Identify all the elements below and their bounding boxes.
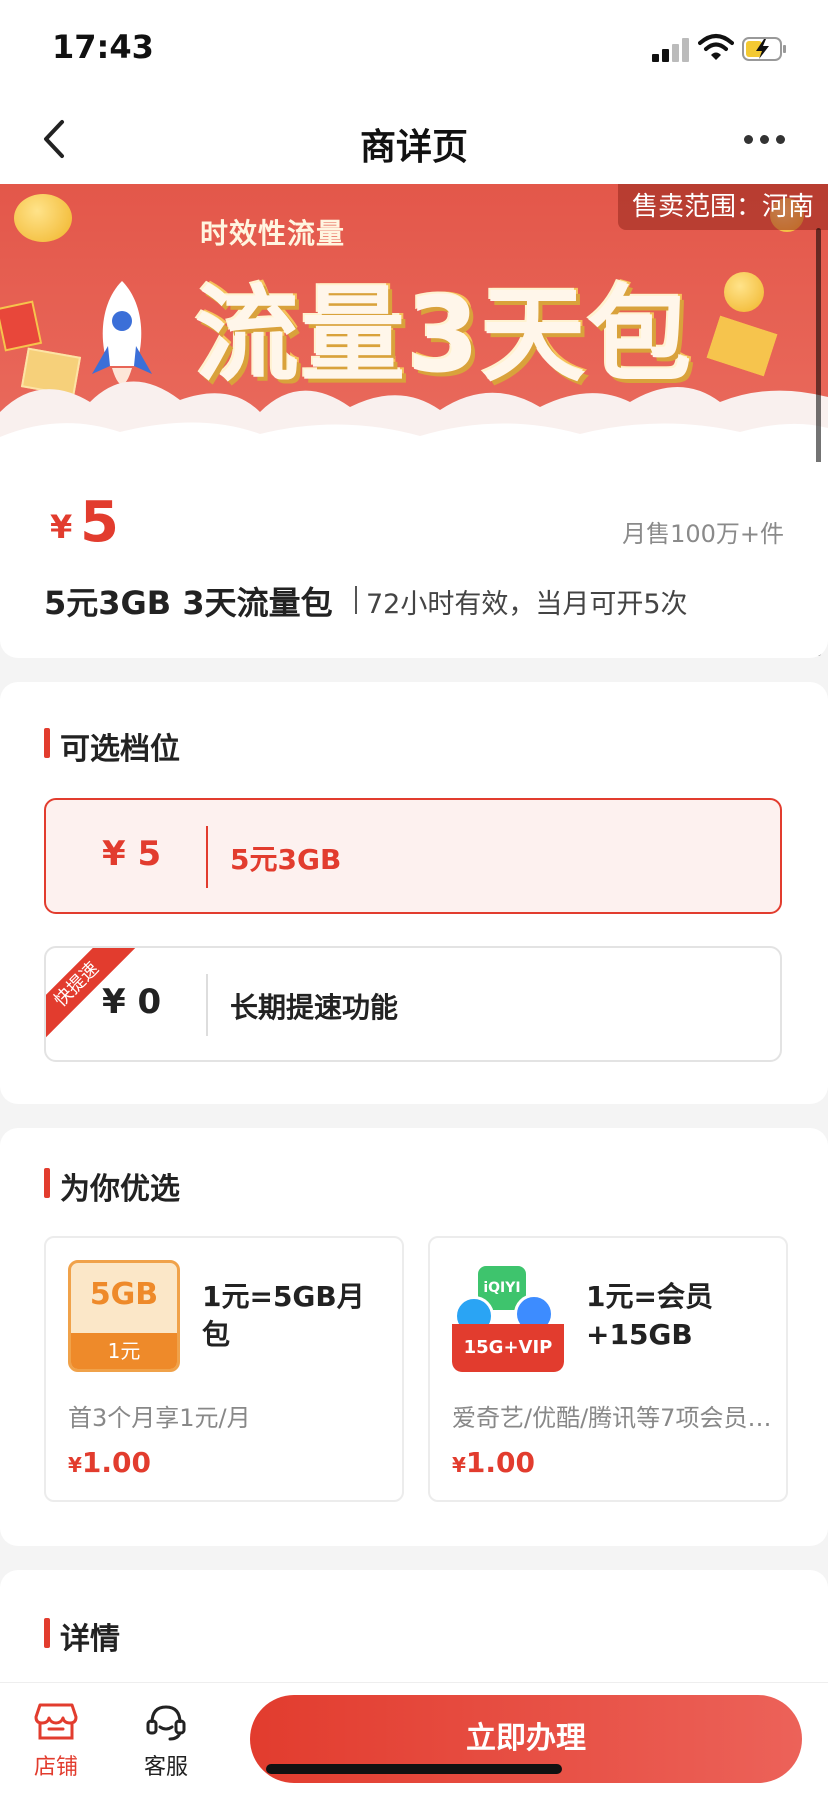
pick-price-value: 1.00 — [81, 1446, 152, 1479]
thumb-main: 5GB — [89, 1277, 159, 1312]
vip-package-thumbnail: iQIYI 15G+VIP — [452, 1260, 564, 1372]
status-bar: 17:43 — [0, 0, 828, 96]
section-title: 为你优选 — [44, 1164, 180, 1208]
monthly-sales: 月售100万+件 — [622, 520, 784, 548]
product-banner: 时效性流量 流量3天包 售卖范围：河南 — [0, 184, 828, 462]
shop-tab[interactable]: 店铺 — [16, 1701, 96, 1781]
pick-price-value: 1.00 — [465, 1446, 536, 1479]
option-divider — [206, 826, 208, 888]
pick-currency: ¥ — [452, 1453, 466, 1477]
pick-name: 1元=5GB月包 — [202, 1280, 365, 1351]
navigation-bar: 商详页 — [0, 96, 828, 184]
customer-service-tab[interactable]: 客服 — [126, 1701, 206, 1781]
pick-description: 首3个月享1元/月 — [68, 1404, 251, 1432]
option-5yuan-3gb[interactable]: ¥ 5 5元3GB — [44, 798, 782, 914]
store-icon — [34, 1703, 78, 1740]
currency-symbol: ¥ — [50, 508, 73, 546]
pick-card-5gb[interactable]: 5GB 1元 1元=5GB月包 首3个月享1元/月 ¥1.00 — [44, 1236, 404, 1502]
page-title: 商详页 — [359, 127, 468, 168]
bottom-action-bar: 店铺 客服 立即办理 — [0, 1682, 828, 1793]
cloud-decoration — [0, 381, 828, 462]
red-envelope-decoration — [0, 300, 43, 352]
product-description: 72小时有效，当月可开5次 — [366, 589, 688, 620]
pick-card-vip[interactable]: iQIYI 15G+VIP 1元=会员+15GB 爱奇艺/优酷/腾讯等7项会员任… — [428, 1236, 788, 1502]
pick-description: 爱奇艺/优酷/腾讯等7项会员任选 — [452, 1404, 772, 1432]
section-title: 详情 — [44, 1614, 120, 1658]
pick-currency: ¥ — [68, 1453, 82, 1477]
sale-range-badge: 售卖范围：河南 — [617, 184, 828, 230]
pick-price: ¥1.00 — [68, 1446, 151, 1479]
option-price: ¥ 5 — [102, 834, 162, 874]
shop-tab-label: 店铺 — [33, 1755, 78, 1780]
cellular-signal-icon — [652, 38, 692, 62]
option-name: 长期提速功能 — [230, 991, 399, 1024]
wifi-icon — [698, 34, 734, 60]
more-options-icon[interactable] — [740, 118, 790, 158]
pick-name: 1元=会员+15GB — [586, 1280, 713, 1351]
headset-icon — [146, 1705, 186, 1741]
5gb-package-thumbnail: 5GB 1元 — [68, 1260, 180, 1372]
price-card: ¥ 5 月售100万+件 5元3GB 3天流量包 72小时有效，当月可开5次 — [0, 462, 828, 658]
option-name: 5元3GB — [230, 843, 342, 876]
product-title: 5元3GB 3天流量包 — [44, 584, 333, 622]
battery-charging-icon — [742, 37, 786, 61]
option-price: ¥ 0 — [102, 982, 162, 1022]
thumb-sub: 1元 — [71, 1333, 177, 1369]
option-divider — [206, 974, 208, 1036]
coin-decoration — [724, 272, 764, 312]
service-tab-label: 客服 — [143, 1755, 188, 1780]
product-price: 5 — [80, 490, 119, 555]
status-time: 17:43 — [52, 28, 154, 66]
home-indicator[interactable] — [266, 1764, 562, 1774]
pick-price: ¥1.00 — [452, 1446, 535, 1479]
option-speed-boost[interactable]: 快提速 ¥ 0 长期提速功能 — [44, 946, 782, 1062]
options-section: 可选档位 ¥ 5 5元3GB 快提速 ¥ 0 长期提速功能 — [0, 682, 828, 1104]
section-title: 可选档位 — [44, 724, 180, 768]
coin-decoration — [14, 194, 72, 242]
title-divider — [355, 586, 357, 614]
banner-subtitle: 时效性流量 — [200, 217, 346, 250]
thumb-main: 15G+VIP — [452, 1324, 564, 1372]
